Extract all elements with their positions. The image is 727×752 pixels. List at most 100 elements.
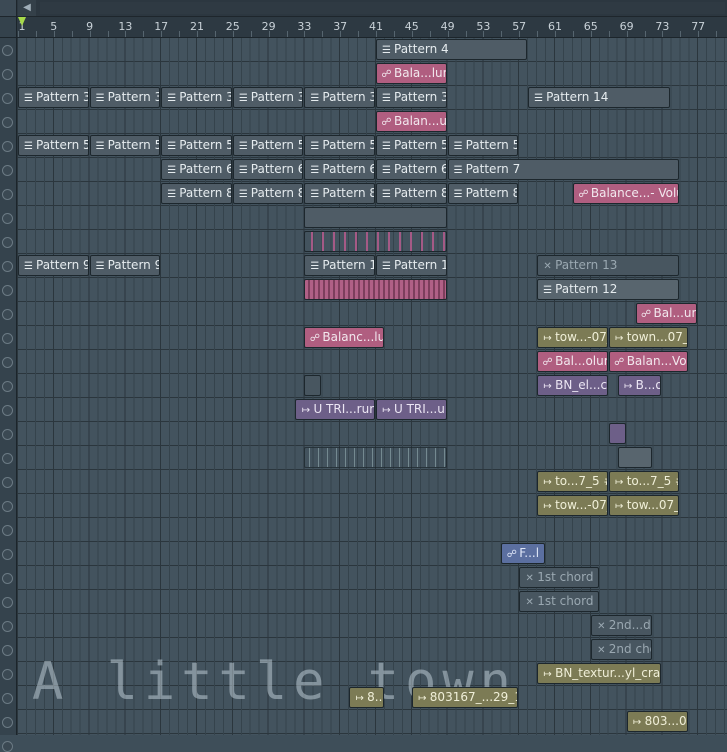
playlist-clip[interactable]: ☍Bala...lume <box>376 63 447 84</box>
playlist-clip[interactable]: ☰ Pattern 8 <box>161 183 232 204</box>
playlist-clip[interactable]: ↦to...7_5 #2 <box>608 471 680 492</box>
playlist-clip[interactable]: ☰ Pattern 14 <box>528 87 671 108</box>
playlist-clip[interactable]: ↦tow...-07_5 <box>537 495 608 516</box>
playlist-clip-body[interactable] <box>608 423 626 444</box>
playlist-clip-body[interactable] <box>304 447 447 468</box>
track-mute-dot-icon[interactable] <box>2 405 13 416</box>
playlist-clip[interactable]: ↦BN_el...ction <box>537 375 608 396</box>
playlist-clip[interactable]: ☰ Pattern 5 <box>376 135 447 156</box>
track-mute-dot-icon[interactable] <box>2 381 13 392</box>
playlist-clip[interactable]: ↦BN_textur...yl_crackle <box>537 663 662 684</box>
playlist-clip[interactable]: ↦U TRI...ums] <box>376 399 447 420</box>
playlist-clip[interactable]: ☰ Pattern 4 <box>376 39 528 60</box>
ruler-corner-button[interactable] <box>0 17 17 37</box>
playlist-clip[interactable]: ☰ Pattern 8 <box>304 183 375 204</box>
playlist-clip[interactable]: ☰ Pattern 6 <box>304 159 375 180</box>
track-mute-dot-icon[interactable] <box>2 429 13 440</box>
playlist-clip-body[interactable] <box>304 279 447 300</box>
playlist-clip[interactable]: ☰ Pattern 3 <box>18 87 89 108</box>
track-mute-dot-icon[interactable] <box>2 357 13 368</box>
playlist-clip[interactable]: ☍ F...l <box>501 543 546 564</box>
playlist-clip[interactable]: ✕1st chord #2 <box>519 567 599 588</box>
playlist-clip-body[interactable] <box>617 447 653 468</box>
playlist-clip[interactable]: ☰ Pattern 5 <box>232 135 304 156</box>
playlist-clip[interactable]: ☰ Pattern 3 <box>89 87 161 108</box>
playlist-clip[interactable]: ☰ Pattern 3 <box>304 87 375 108</box>
track-mute-dot-icon[interactable] <box>2 141 13 152</box>
playlist-clip[interactable]: ↦tow...-07_3 <box>537 327 608 348</box>
track-mute-dot-icon[interactable] <box>2 333 13 344</box>
song-overview-scrollbar[interactable] <box>40 2 725 14</box>
playlist-clip[interactable]: ☰ Pattern 7 <box>447 159 680 180</box>
playlist-clip[interactable]: ☰ Pattern 6 <box>161 159 232 180</box>
playlist-clip[interactable]: ☰ Pattern 8 <box>232 183 304 204</box>
track-mute-dot-icon[interactable] <box>2 453 13 464</box>
playlist-clip[interactable]: ✕ Pattern 13 <box>537 255 680 276</box>
track-mute-dot-icon[interactable] <box>2 597 13 608</box>
track-mute-dot-icon[interactable] <box>2 309 13 320</box>
playlist-clip[interactable]: ☰ Pattern 5 <box>304 135 375 156</box>
track-mute-dot-icon[interactable] <box>2 165 13 176</box>
track-mute-dot-icon[interactable] <box>2 261 13 272</box>
playlist-clip[interactable]: ☍Balan...ume <box>376 111 447 132</box>
track-mute-dot-icon[interactable] <box>2 549 13 560</box>
playlist-clip[interactable]: ✕2nd chord <box>590 639 653 660</box>
track-mute-dot-icon[interactable] <box>2 669 13 680</box>
playlist-clip[interactable]: ☰ Pattern 3 <box>232 87 304 108</box>
track-mute-dot-icon[interactable] <box>2 501 13 512</box>
playlist-clip[interactable]: ☍Bal...ume <box>635 303 698 324</box>
playlist-clip[interactable]: ↦8... <box>349 687 384 708</box>
playlist-clip[interactable]: ☰ Pattern 9 <box>89 255 161 276</box>
playlist-clip[interactable]: ☍Bal...olume <box>537 351 608 372</box>
timeline-ruler[interactable]: 1 5 9 13 17 21 25 29 33 37 41 45 49 53 57 61 65 69 73 77 <box>0 17 727 38</box>
playhead-marker-icon[interactable] <box>18 17 26 26</box>
playlist-clip[interactable]: ☍Balance...- Volume <box>572 183 680 204</box>
track-mute-dot-icon[interactable] <box>2 693 13 704</box>
playlist-clip-body[interactable] <box>304 207 447 228</box>
track-mute-dot-icon[interactable] <box>2 621 13 632</box>
track-mute-dot-icon[interactable] <box>2 237 13 248</box>
playlist-clip[interactable]: ☰ Pattern 3 <box>161 87 232 108</box>
playlist-clip[interactable]: ☰ Pattern 9 <box>18 255 89 276</box>
playlist-clip[interactable]: ☰Pattern 10 <box>304 255 375 276</box>
track-mute-dot-icon[interactable] <box>2 285 13 296</box>
playlist-clip[interactable]: ↦803...090 <box>626 711 689 732</box>
track-mute-dot-icon[interactable] <box>2 69 13 80</box>
playlist-clip[interactable]: ↦tow...07_5 <box>608 495 680 516</box>
playlist-clip[interactable]: ☰ Pattern 12 <box>537 279 680 300</box>
playlist-clip[interactable]: ↦to...7_5 #2 <box>537 471 608 492</box>
playlist-clip[interactable]: ☰ Pattern 8 <box>447 183 519 204</box>
playlist-clip[interactable]: ☰ Pattern 3 <box>376 87 447 108</box>
track-mute-dot-icon[interactable] <box>2 45 13 56</box>
playlist-clip[interactable]: ↦B...on <box>617 375 662 396</box>
playlist-clip[interactable]: ☰ Pattern 6 <box>232 159 304 180</box>
playlist-clip[interactable]: ↦town...07_3 #2 <box>608 327 689 348</box>
track-mute-dot-icon[interactable] <box>2 189 13 200</box>
playlist-clip[interactable]: ☰ Pattern 8 <box>376 183 447 204</box>
scroll-left-arrow-icon[interactable]: ◀ <box>18 0 36 16</box>
playlist-clip[interactable]: ✕2nd...d #2 <box>590 615 653 636</box>
playlist-clip[interactable]: ☍Balanc...lume <box>304 327 384 348</box>
playlist-clip[interactable]: ↦803167_...29_1090 <box>411 687 519 708</box>
playlist-menu-button[interactable] <box>0 0 17 16</box>
track-mute-dot-icon[interactable] <box>2 717 13 728</box>
track-mute-dot-icon[interactable] <box>2 645 13 656</box>
playlist-clip-body[interactable] <box>304 231 447 252</box>
playlist-clip[interactable]: ↦U TRI...rums] <box>295 399 375 420</box>
playlist-clip[interactable]: ☰Pattern 10 <box>376 255 447 276</box>
track-mute-dot-icon[interactable] <box>2 525 13 536</box>
playlist-clip[interactable]: ☰ Pattern 6 <box>376 159 447 180</box>
track-mute-dot-icon[interactable] <box>2 477 13 488</box>
track-mute-dot-icon[interactable] <box>2 93 13 104</box>
playlist-clip[interactable]: ☰ Pattern 5 <box>161 135 232 156</box>
playlist-clip[interactable]: ☰ Pattern 5 <box>18 135 89 156</box>
track-mute-dot-icon[interactable] <box>2 117 13 128</box>
playlist-clip[interactable]: ☰ Pattern 5 <box>447 135 519 156</box>
playlist-clip[interactable]: ☰ Pattern 5 <box>89 135 161 156</box>
track-mute-dot-icon[interactable] <box>2 741 13 752</box>
track-mute-dot-icon[interactable] <box>2 573 13 584</box>
playlist-clip-body[interactable] <box>304 375 322 396</box>
track-mute-dot-icon[interactable] <box>2 213 13 224</box>
playlist-clip[interactable]: ☍Balan...Volume <box>608 351 689 372</box>
playlist-clip[interactable]: ✕ 1st chord <box>519 591 599 612</box>
